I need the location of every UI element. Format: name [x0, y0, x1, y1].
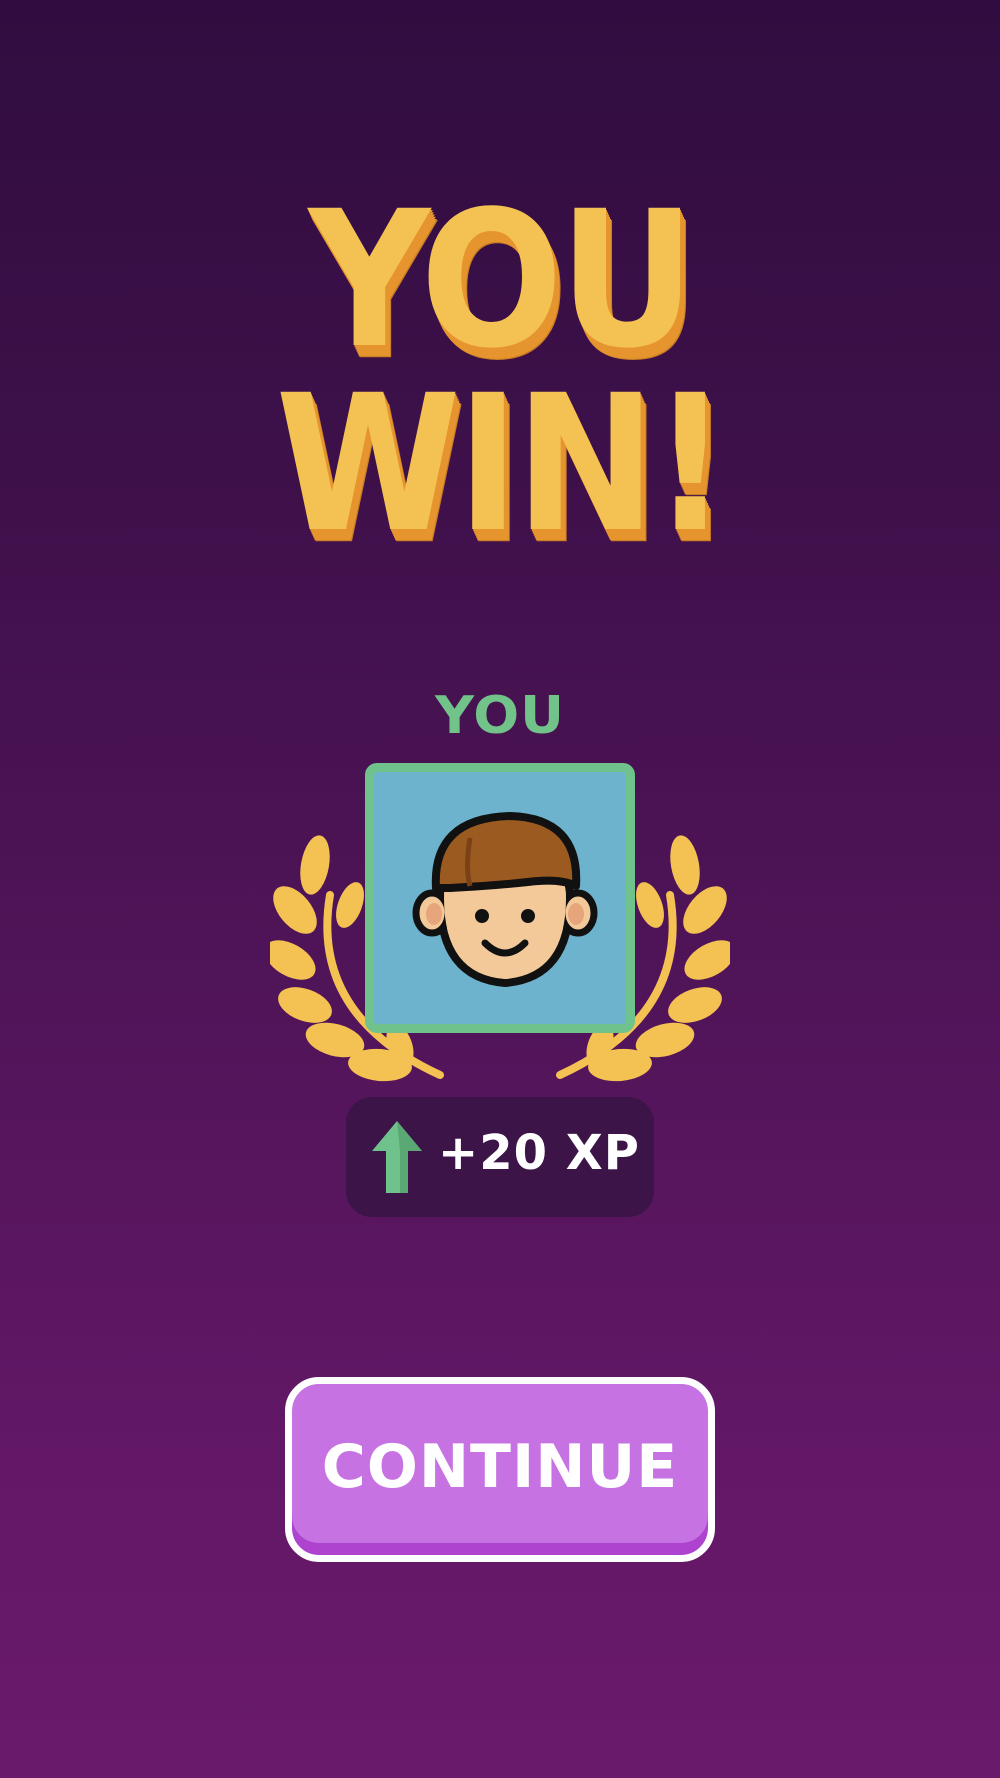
smiling-boy-face-icon	[412, 812, 598, 988]
player-label: YOU	[435, 685, 565, 746]
continue-button[interactable]: CONTINUE	[285, 1377, 715, 1562]
green-up-arrow-icon	[372, 1121, 422, 1193]
xp-reward-badge: +20 XP	[346, 1097, 654, 1217]
win-title-line1: YOU	[308, 170, 696, 390]
win-title-line2: WIN!	[275, 354, 728, 574]
xp-reward-text: +20 XP	[438, 1125, 640, 1181]
continue-button-label: CONTINUE	[321, 1432, 679, 1502]
player-avatar	[365, 763, 635, 1033]
